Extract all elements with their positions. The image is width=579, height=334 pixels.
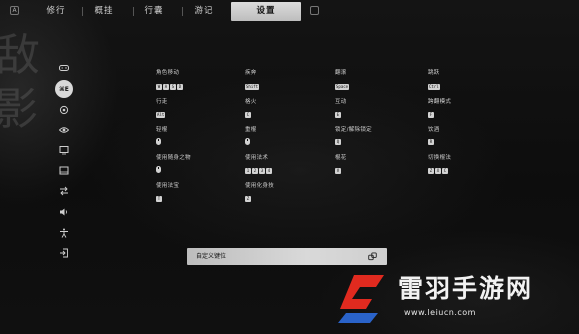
binding-label-heavy-attack: 重棍 <box>245 127 257 133</box>
site-watermark: 雷羽手游网 www.leiucn.com <box>328 265 573 331</box>
key-cap: Space <box>335 84 350 90</box>
exit-icon[interactable] <box>57 246 71 260</box>
binding-keys-staff-spin[interactable]: V <box>335 168 341 174</box>
key-cap: 2 <box>252 168 258 174</box>
tab-divider <box>182 7 183 16</box>
binding-label-light-attack: 轻棍 <box>156 127 168 133</box>
monitor-icon[interactable] <box>57 164 71 178</box>
ink-calligraphy: 敌 <box>0 30 40 81</box>
binding-keys-lock-on[interactable]: Q <box>335 139 341 145</box>
key-cap: T <box>156 196 162 202</box>
prev-tab-key-hint: A <box>10 6 19 15</box>
binding-keys-move[interactable]: W A S D <box>156 84 183 90</box>
swap-arrows-icon[interactable] <box>57 184 71 198</box>
target-icon[interactable] <box>57 103 71 117</box>
binding-keys-interact[interactable]: E <box>335 112 341 118</box>
binding-keys-use-item[interactable] <box>156 166 161 173</box>
key-cap: V <box>335 168 341 174</box>
display-icon[interactable] <box>57 143 71 157</box>
watermark-url: www.leiucn.com <box>404 308 476 317</box>
key-cap: A <box>163 84 169 90</box>
eye-icon[interactable] <box>57 123 71 137</box>
binding-keys-switch-stance[interactable]: Z X C <box>428 168 448 174</box>
tab-settings[interactable]: 设置 <box>231 2 301 21</box>
accessibility-icon[interactable] <box>57 226 71 240</box>
key-cap: C <box>245 112 251 118</box>
binding-keys-heavy-attack[interactable] <box>245 138 250 145</box>
custom-keybinding-label: 自定义键位 <box>196 253 227 260</box>
binding-label-use-spell: 使用法术 <box>245 155 269 161</box>
key-cap: W <box>156 84 162 90</box>
key-cap: R <box>428 139 434 145</box>
binding-keys-stance-mode[interactable]: F <box>428 112 434 118</box>
binding-label-move: 角色移动 <box>156 70 180 76</box>
binding-label-switch-stance: 切换棍法 <box>428 155 452 161</box>
tab-journal[interactable]: 游记 <box>184 2 224 21</box>
binding-label-use-treasure: 使用法宝 <box>156 183 180 189</box>
tab-cultivation[interactable]: 修行 <box>36 2 76 21</box>
keyboard-icon[interactable]: ⌘E <box>55 80 73 98</box>
key-cap: Alt <box>156 112 166 118</box>
tab-inventory[interactable]: 行囊 <box>134 2 174 21</box>
keyboard-icon-glyph: ⌘E <box>59 85 69 93</box>
key-cap: F <box>428 112 434 118</box>
speaker-icon[interactable] <box>57 205 71 219</box>
binding-keys-sprint[interactable]: Shift <box>245 84 260 90</box>
key-cap: E <box>335 112 341 118</box>
key-cap: X <box>435 168 441 174</box>
gamepad-icon[interactable] <box>57 61 71 75</box>
ink-calligraphy: 影 <box>0 84 38 135</box>
binding-label-transformation: 使用化身技 <box>245 183 275 189</box>
next-tab-key-hint <box>310 6 319 15</box>
tab-equipment[interactable]: 概挂 <box>84 2 124 21</box>
binding-label-use-item: 使用随身之物 <box>156 155 191 161</box>
key-cap: Z <box>428 168 434 174</box>
key-cap: Z <box>245 196 251 202</box>
binding-keys-roll[interactable]: Space <box>335 84 350 90</box>
key-cap: C <box>442 168 448 174</box>
link-icon <box>368 252 377 261</box>
mouse-middle-icon <box>156 166 161 173</box>
binding-keys-use-treasure[interactable]: T <box>156 196 162 202</box>
key-cap: Ctrl <box>428 84 440 90</box>
watermark-brand: 雷羽手游网 <box>398 274 534 303</box>
binding-label-lock-on: 锁定/解除锁定 <box>335 127 372 133</box>
mouse-right-icon <box>245 138 250 145</box>
binding-label-sprint: 疾奔 <box>245 70 257 76</box>
key-cap: Shift <box>245 84 260 90</box>
key-cap: 4 <box>266 168 272 174</box>
watermark-logo-icon <box>338 275 384 323</box>
mouse-left-icon <box>156 138 161 145</box>
binding-keys-transformation[interactable]: Z <box>245 196 251 202</box>
binding-label-staff-spin: 棍花 <box>335 155 347 161</box>
binding-label-drink: 饮酒 <box>428 127 440 133</box>
key-cap: D <box>177 84 183 90</box>
binding-label-walk: 行走 <box>156 99 168 105</box>
binding-keys-drink[interactable]: R <box>428 139 434 145</box>
binding-label-roll: 翻滚 <box>335 70 347 76</box>
top-tab-bar: A 修行 概挂 行囊 游记 设置 <box>0 0 579 24</box>
custom-keybinding-button[interactable]: 自定义键位 <box>187 248 387 265</box>
binding-keys-block[interactable]: C <box>245 112 251 118</box>
key-cap: 1 <box>245 168 251 174</box>
binding-label-stance-mode: 跨翻模式 <box>428 99 452 105</box>
binding-label-jump: 跳跃 <box>428 70 440 76</box>
key-cap: Q <box>335 139 341 145</box>
key-cap: S <box>170 84 176 90</box>
binding-keys-jump[interactable]: Ctrl <box>428 84 440 90</box>
binding-keys-light-attack[interactable] <box>156 138 161 145</box>
binding-label-interact: 互动 <box>335 99 347 105</box>
binding-label-block: 格火 <box>245 99 257 105</box>
binding-keys-walk[interactable]: Alt <box>156 112 166 118</box>
key-cap: 3 <box>259 168 265 174</box>
tab-divider <box>82 7 83 16</box>
binding-keys-use-spell[interactable]: 1 2 3 4 <box>245 168 272 174</box>
